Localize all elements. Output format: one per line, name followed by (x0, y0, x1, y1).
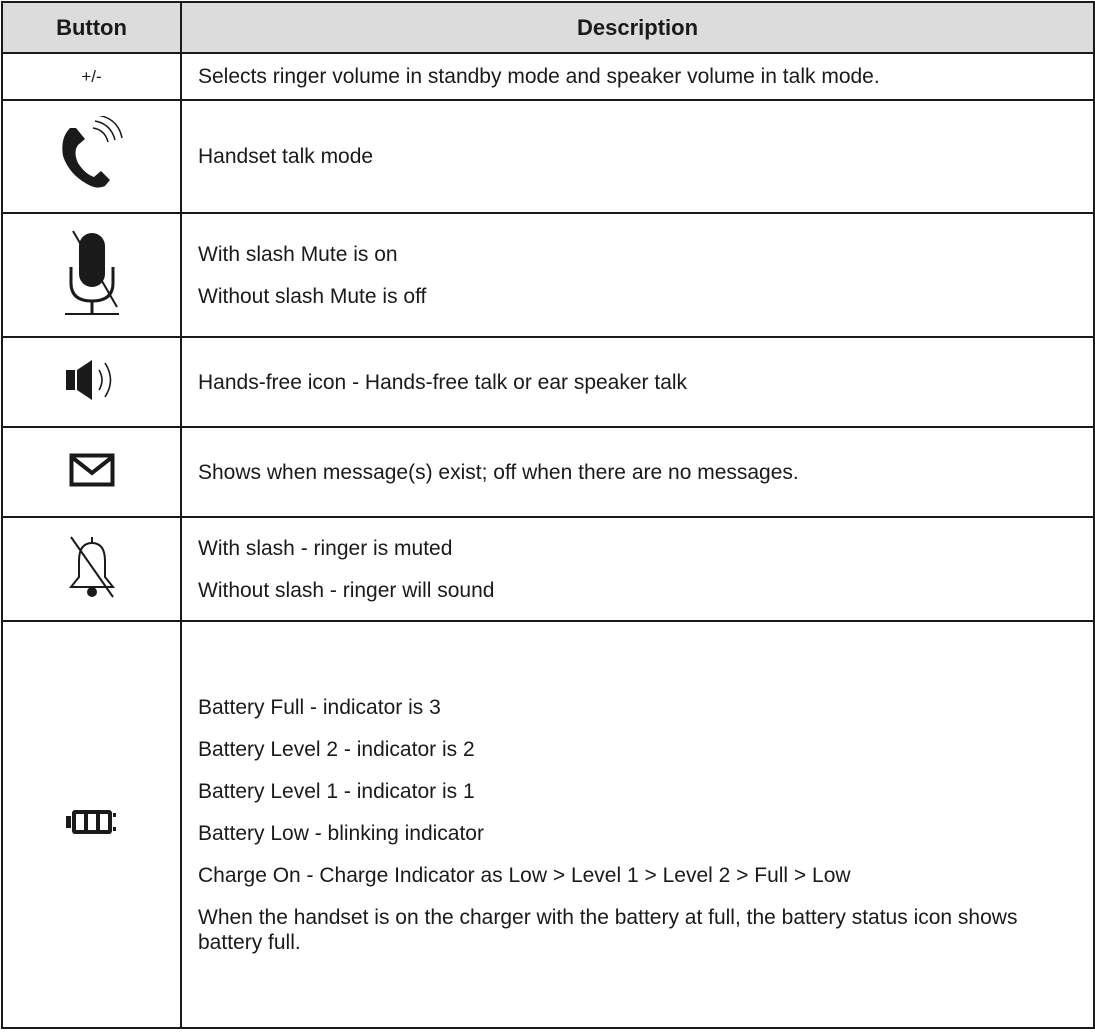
description-line: Battery Low - blinking indicator (198, 821, 484, 845)
button-cell (1, 99, 182, 214)
description-line: Without slash Mute is off (198, 284, 427, 308)
button-cell (1, 516, 182, 622)
description-line: With slash - ringer is muted (198, 536, 453, 560)
description-cell: Battery Full - indicator is 3 Battery Le… (180, 620, 1095, 1029)
description-cell: With slash Mute is on Without slash Mute… (180, 212, 1095, 338)
table-header-row: Button Description (1, 1, 1095, 54)
description-cell: With slash - ringer is muted Without sla… (180, 516, 1095, 622)
description-line: Handset talk mode (198, 145, 374, 168)
description-cell: Hands-free icon - Hands-free talk or ear… (180, 336, 1095, 428)
header-description: Description (180, 1, 1095, 54)
description-cell: Selects ringer volume in standby mode an… (180, 52, 1095, 101)
button-cell: +/- (1, 52, 182, 101)
button-cell (1, 212, 182, 338)
table-row: Shows when message(s) exist; off when th… (1, 426, 1095, 518)
description-line: When the handset is on the charger with … (198, 905, 1018, 954)
table-row: +/- Selects ringer volume in standby mod… (1, 52, 1095, 101)
description-line: With slash Mute is on (198, 242, 398, 266)
table-row: Hands-free icon - Hands-free talk or ear… (1, 336, 1095, 428)
phone-handset-icon (57, 114, 127, 197)
description-line: Hands-free icon - Hands-free talk or ear… (198, 370, 688, 394)
battery-full-icon (65, 807, 118, 842)
description-line: Charge On - Charge Indicator as Low > Le… (198, 863, 851, 887)
header-button: Button (1, 1, 182, 54)
description-cell: Handset talk mode (180, 99, 1095, 214)
table-row: With slash - ringer is muted Without sla… (1, 516, 1095, 622)
button-cell (1, 336, 182, 428)
description-line: Battery Full - indicator is 3 (198, 695, 441, 719)
speaker-icon (64, 358, 120, 407)
description-line: Battery Level 1 - indicator is 1 (198, 779, 475, 803)
table-row: Battery Full - indicator is 3 Battery Le… (1, 620, 1095, 1029)
table-row: Handset talk mode (1, 99, 1095, 214)
description-line: Selects ringer volume in standby mode an… (198, 65, 880, 88)
description-line: Shows when message(s) exist; off when th… (198, 460, 799, 484)
button-cell (1, 620, 182, 1029)
volume-button-label: +/- (81, 66, 102, 86)
table-row: With slash Mute is on Without slash Mute… (1, 212, 1095, 338)
description-cell: Shows when message(s) exist; off when th… (180, 426, 1095, 518)
description-line: Battery Level 2 - indicator is 2 (198, 737, 475, 761)
envelope-icon (69, 453, 115, 492)
button-description-table: Button Description +/- Selects ringer vo… (1, 1, 1095, 1029)
microphone-slash-icon (59, 227, 125, 324)
bell-slash-icon (67, 533, 117, 606)
button-cell (1, 426, 182, 518)
description-line: Without slash - ringer will sound (198, 578, 495, 602)
